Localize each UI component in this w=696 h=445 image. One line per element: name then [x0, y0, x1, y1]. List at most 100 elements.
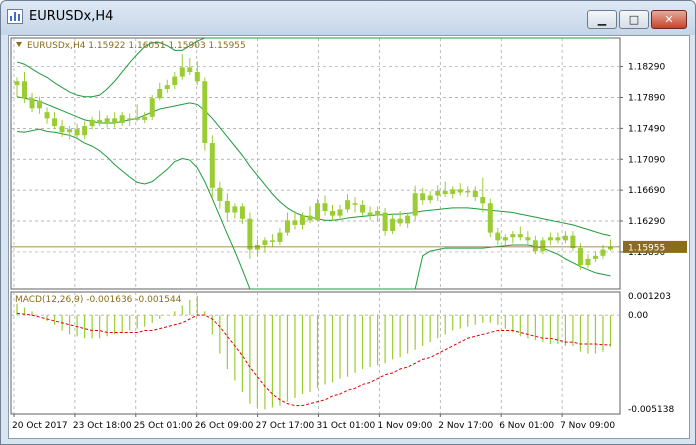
chart-icon [7, 9, 23, 24]
candle-body [164, 85, 170, 89]
candle-body [157, 88, 163, 99]
candle-body [187, 67, 193, 72]
candle-body [74, 129, 80, 136]
macd-tick-label: 0.001203 [628, 292, 671, 302]
candle-body [307, 215, 313, 221]
time-tick-label: 25 Oct 01:00 [134, 421, 193, 431]
candle-body [104, 118, 110, 123]
time-tick-label: 6 Nov 01:00 [499, 421, 554, 431]
candle-body [510, 234, 516, 238]
candle-body [607, 246, 613, 250]
price-tick-label: 1.16290 [628, 217, 665, 227]
candle-body [382, 212, 388, 232]
candle-body [375, 210, 381, 216]
candle-body [254, 244, 260, 250]
minimize-button[interactable]: ▁ [587, 10, 617, 29]
candle-body [172, 76, 178, 86]
time-tick-label: 7 Nov 09:00 [560, 421, 615, 431]
price-tick-label: 1.17890 [628, 93, 665, 103]
macd-signal-line [16, 312, 611, 407]
time-tick-label: 23 Oct 18:00 [73, 421, 132, 431]
candle-body [345, 200, 351, 210]
candle-body [360, 204, 366, 213]
close-icon: ✕ [664, 13, 674, 26]
chart-grid [11, 38, 620, 414]
candle-body [247, 218, 253, 250]
main-chart-frame [10, 37, 621, 290]
candle-body [262, 240, 268, 245]
title-bar[interactable]: EURUSDx,H4 ▁ □ ✕ [1, 1, 695, 35]
candle-body [239, 206, 245, 219]
time-axis: 20 Oct 2017 23 Oct 18:00 25 Oct 01:00 26 Oc… [12, 414, 615, 431]
candle-body [562, 235, 568, 241]
time-tick-label: 27 Oct 17:00 [256, 421, 315, 431]
macd-chart-frame [10, 291, 621, 415]
candle-body [547, 237, 553, 241]
price-chart[interactable]: 1.18290 1.17890 1.17490 1.17090 1.16690 1.162… [9, 36, 689, 438]
candle-body [149, 98, 155, 117]
symbol-info-label: EURUSDx,H4 1.15922 1.16051 1.15903 1.159… [27, 41, 246, 51]
candle-body [367, 212, 373, 216]
candle-body [322, 203, 328, 211]
candle-body [134, 118, 140, 120]
candle-body [592, 255, 598, 259]
candle-body [29, 98, 35, 109]
candle-body [427, 195, 433, 201]
chart-area[interactable]: 1.18290 1.17890 1.17490 1.17090 1.16690 1.162… [8, 35, 690, 439]
candle-body [495, 232, 501, 241]
price-axis: 1.18290 1.17890 1.17490 1.17090 1.16690 1.162… [620, 63, 687, 415]
current-price-tag-label: 1.15955 [628, 243, 665, 253]
candle-body [224, 200, 230, 213]
candlesticks [11, 54, 620, 270]
candle-body [67, 129, 73, 133]
candle-body [112, 118, 118, 123]
candle-body [540, 240, 546, 252]
candle-body [284, 220, 290, 233]
candle-body [487, 203, 493, 233]
bollinger-lower-line [16, 128, 611, 290]
window-title: EURUSDx,H4 [29, 9, 114, 24]
maximize-icon: □ [628, 13, 640, 26]
candle-body [472, 190, 478, 198]
bollinger-middle-line [16, 96, 611, 237]
candle-body [315, 203, 320, 221]
candle-body [217, 187, 223, 201]
price-tick-label: 1.17490 [628, 124, 665, 134]
macd-tick-label: -0.005138 [628, 405, 674, 415]
macd-info-label: MACD(12,26,9) -0.001636 -0.001544 [15, 295, 182, 305]
price-tick-label: 1.17090 [628, 155, 665, 165]
price-tick-label: 1.16690 [628, 186, 665, 196]
candle-body [89, 119, 95, 127]
candle-body [209, 143, 215, 188]
candle-body [22, 81, 28, 99]
candle-body [435, 190, 441, 196]
candle-body [525, 237, 531, 241]
candle-body [397, 218, 403, 224]
candle-body [412, 193, 418, 216]
candle-body [570, 235, 576, 249]
candle-body [457, 189, 463, 193]
candle-body [337, 209, 343, 216]
candle-body [14, 81, 20, 86]
candle-body [577, 248, 583, 266]
bollinger-bands [16, 37, 611, 290]
candle-body [532, 240, 538, 252]
macd-tick-label: 0.00 [628, 311, 648, 321]
candle-body [37, 100, 43, 109]
candle-body [502, 237, 508, 241]
candle-body [465, 190, 471, 193]
candle-body [277, 232, 283, 242]
candle-body [442, 190, 448, 195]
chart-window: EURUSDx,H4 ▁ □ ✕ 1.18290 1.17890 1.17490 1.… [0, 0, 696, 445]
maximize-button[interactable]: □ [619, 10, 649, 29]
candle-body [299, 215, 305, 225]
candle-body [97, 119, 103, 123]
minimize-icon: ▁ [597, 13, 607, 26]
close-button[interactable]: ✕ [651, 10, 687, 29]
candle-body [44, 112, 50, 119]
candle-body [450, 189, 456, 195]
candle-body [405, 215, 411, 224]
candle-body [82, 126, 88, 136]
time-tick-label: 20 Oct 2017 [12, 421, 68, 431]
candle-body [232, 206, 238, 213]
